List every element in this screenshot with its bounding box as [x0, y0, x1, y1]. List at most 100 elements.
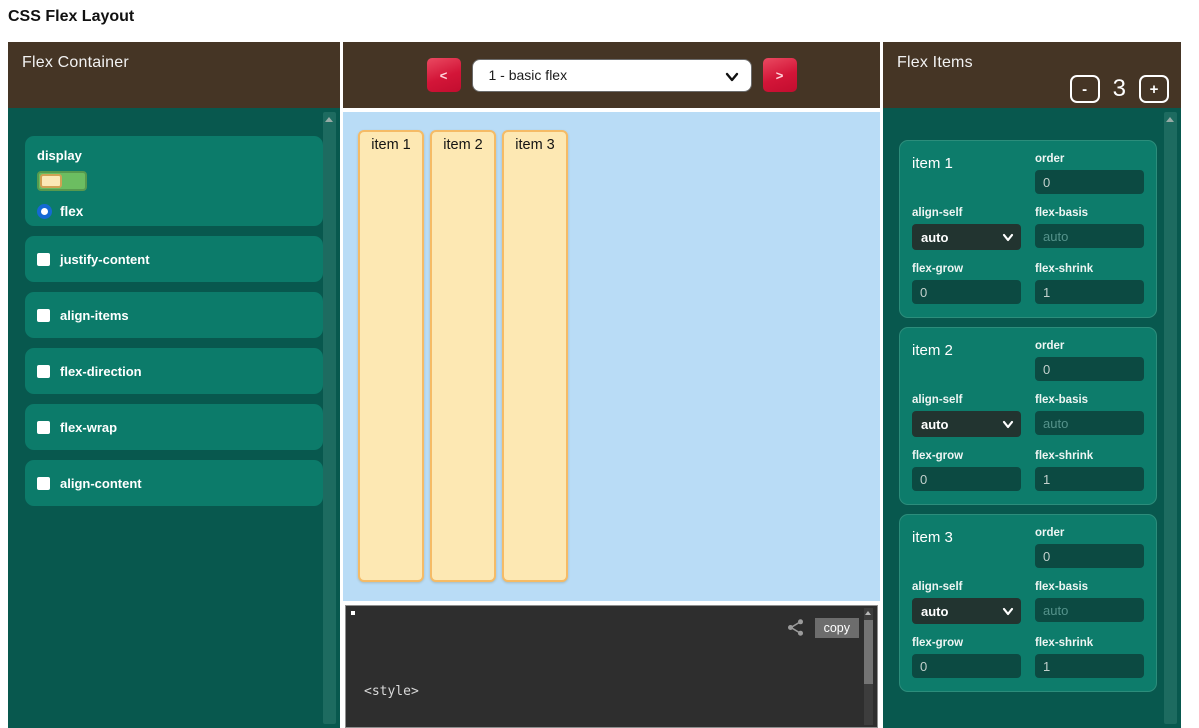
order-input[interactable] — [1035, 170, 1144, 194]
flex-container-panel-body: display flex justify-content align-items… — [8, 108, 340, 728]
copy-code-button[interactable]: copy — [815, 618, 859, 638]
flex-grow-input[interactable] — [912, 654, 1021, 678]
item-1-flex-grow-cell: flex-grow — [912, 263, 1021, 304]
flex-direction-checkbox[interactable] — [37, 365, 50, 378]
code-scroll-thumb[interactable] — [864, 620, 873, 684]
left-panel-scrollbar[interactable] — [323, 112, 336, 724]
align-self-select[interactable]: auto — [912, 224, 1021, 250]
preview-flex-item: item 3 — [502, 130, 568, 582]
flex-grow-label: flex-grow — [912, 637, 1021, 649]
page-title: CSS Flex Layout — [8, 8, 134, 26]
example-picker-bar: < 1 - basic flex > — [343, 42, 880, 108]
app-root: CSS Flex Layout Flex Container display f… — [0, 0, 1199, 728]
order-input[interactable] — [1035, 544, 1144, 568]
align-self-label: align-self — [912, 581, 1021, 593]
order-label: order — [1035, 527, 1144, 539]
preview-flex-item: item 2 — [430, 130, 496, 582]
item-count-controls: - 3 + — [1070, 75, 1169, 103]
flex-shrink-input[interactable] — [1035, 467, 1144, 491]
toggle-knob — [40, 174, 62, 188]
item-2-card: item 2 order align-self auto flex-basis — [899, 327, 1157, 505]
scroll-up-arrow-icon[interactable] — [1166, 117, 1174, 122]
code-scroll-up-arrow-icon[interactable] — [865, 611, 871, 615]
flex-preview-container: item 1 item 2 item 3 — [343, 112, 880, 601]
generated-code-box: copy <style> .flex-container { display: … — [345, 605, 878, 728]
display-toggle[interactable] — [37, 171, 87, 191]
flex-grow-input[interactable] — [912, 467, 1021, 491]
item-2-order-cell: order — [1035, 340, 1144, 381]
align-content-label: align-content — [60, 476, 142, 491]
align-self-select[interactable]: auto — [912, 411, 1021, 437]
code-caret-dot — [351, 611, 355, 615]
item-1-card: item 1 order align-self auto flex-basis — [899, 140, 1157, 318]
code-text: <style> .flex-container { display: flex; — [364, 644, 513, 728]
chevron-down-icon — [1002, 419, 1014, 430]
item-1-align-self-cell: align-self auto — [912, 207, 1021, 250]
item-2-name-cell: item 2 — [912, 340, 1021, 381]
align-self-select[interactable]: auto — [912, 598, 1021, 624]
item-3-name-cell: item 3 — [912, 527, 1021, 568]
code-line: <style> — [364, 682, 513, 701]
display-label: display — [37, 148, 311, 163]
align-items-checkbox[interactable] — [37, 309, 50, 322]
flex-grow-label: flex-grow — [912, 450, 1021, 462]
justify-content-checkbox[interactable] — [37, 253, 50, 266]
scroll-up-arrow-icon[interactable] — [325, 117, 333, 122]
item-name: item 3 — [912, 527, 1021, 546]
option-align-items[interactable]: align-items — [25, 292, 323, 338]
item-3-align-self-cell: align-self auto — [912, 581, 1021, 624]
next-example-button[interactable]: > — [763, 58, 797, 92]
item-1-order-cell: order — [1035, 153, 1144, 194]
align-self-value: auto — [921, 604, 948, 619]
flex-shrink-label: flex-shrink — [1035, 450, 1144, 462]
chevron-down-icon — [1002, 232, 1014, 243]
flex-radio-label: flex — [60, 204, 83, 219]
flex-shrink-input[interactable] — [1035, 280, 1144, 304]
option-justify-content[interactable]: justify-content — [25, 236, 323, 282]
flex-items-title: Flex Items — [897, 54, 973, 72]
flex-items-panel: Flex Items - 3 + item 1 order align-self — [883, 42, 1181, 728]
align-items-label: align-items — [60, 308, 129, 323]
flex-direction-label: flex-direction — [60, 364, 142, 379]
flex-container-panel-header: Flex Container — [8, 42, 340, 108]
align-self-value: auto — [921, 417, 948, 432]
option-flex-wrap[interactable]: flex-wrap — [25, 404, 323, 450]
item-name: item 2 — [912, 340, 1021, 359]
remove-item-button[interactable]: - — [1070, 75, 1100, 103]
item-2-align-self-cell: align-self auto — [912, 394, 1021, 437]
example-select-value: 1 - basic flex — [489, 67, 568, 83]
flex-shrink-input[interactable] — [1035, 654, 1144, 678]
order-input[interactable] — [1035, 357, 1144, 381]
share-icon[interactable] — [785, 617, 806, 638]
flex-basis-input[interactable] — [1035, 598, 1144, 622]
flex-grow-input[interactable] — [912, 280, 1021, 304]
flex-container-panel: Flex Container display flex justify-cont… — [8, 42, 340, 728]
flex-items-panel-body: item 1 order align-self auto flex-basis — [883, 108, 1181, 728]
align-self-value: auto — [921, 230, 948, 245]
example-select[interactable]: 1 - basic flex — [472, 59, 752, 92]
align-content-checkbox[interactable] — [37, 477, 50, 490]
item-2-flex-grow-cell: flex-grow — [912, 450, 1021, 491]
item-1-flex-basis-cell: flex-basis — [1035, 207, 1144, 250]
prev-example-button[interactable]: < — [427, 58, 461, 92]
flex-wrap-checkbox[interactable] — [37, 421, 50, 434]
flex-grow-label: flex-grow — [912, 263, 1021, 275]
option-flex-direction[interactable]: flex-direction — [25, 348, 323, 394]
flex-container-title: Flex Container — [22, 54, 129, 72]
chevron-down-icon — [1002, 606, 1014, 617]
add-item-button[interactable]: + — [1139, 75, 1169, 103]
flex-radio[interactable] — [37, 204, 52, 219]
justify-content-label: justify-content — [60, 252, 150, 267]
right-panel-scrollbar[interactable] — [1164, 112, 1177, 724]
code-toolbar: copy — [785, 617, 859, 638]
flex-basis-input[interactable] — [1035, 224, 1144, 248]
item-1-flex-shrink-cell: flex-shrink — [1035, 263, 1144, 304]
align-self-label: align-self — [912, 207, 1021, 219]
flex-basis-input[interactable] — [1035, 411, 1144, 435]
flex-wrap-label: flex-wrap — [60, 420, 117, 435]
code-scrollbar[interactable] — [864, 608, 873, 725]
order-label: order — [1035, 153, 1144, 165]
item-3-flex-grow-cell: flex-grow — [912, 637, 1021, 678]
option-align-content[interactable]: align-content — [25, 460, 323, 506]
flex-basis-label: flex-basis — [1035, 207, 1144, 219]
